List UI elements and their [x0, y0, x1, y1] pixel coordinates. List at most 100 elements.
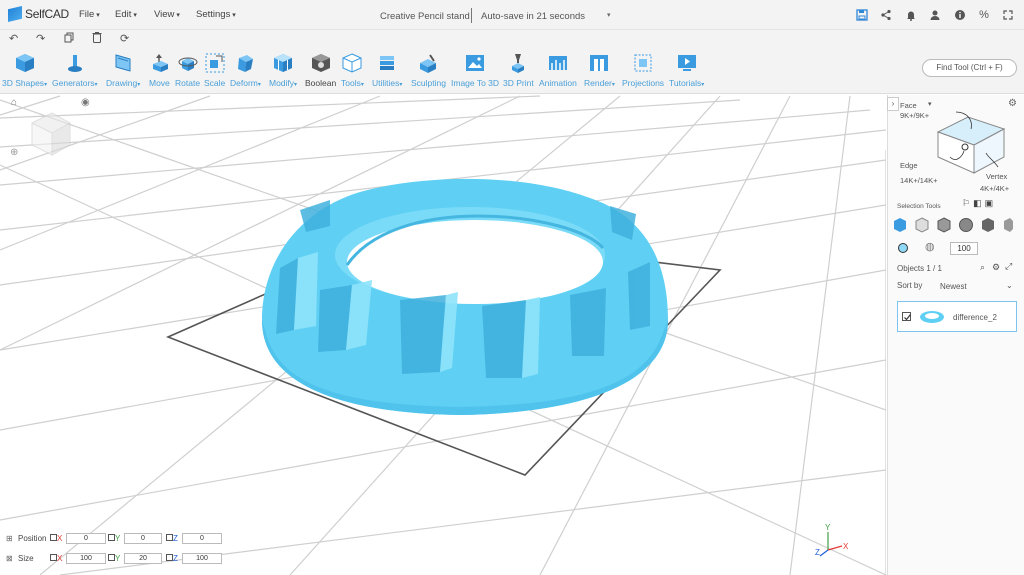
tool-render[interactable]: Render — [584, 53, 615, 88]
tools-icon — [342, 53, 362, 73]
position-y-field[interactable]: 0 — [124, 533, 162, 544]
size-x-field[interactable]: 100 — [66, 553, 106, 564]
copy-icon[interactable] — [64, 32, 75, 46]
object-checkbox[interactable] — [902, 312, 911, 321]
tool-image-to-3d[interactable]: Image To 3D — [451, 53, 499, 88]
size-lock-y-checkbox[interactable] — [108, 554, 115, 561]
axis-gizmo — [819, 532, 843, 557]
redo-icon[interactable]: ↷ — [36, 32, 45, 45]
edge-mode-label[interactable]: Edge — [900, 161, 918, 170]
tool-label: Rotate — [175, 78, 201, 88]
menu-edit[interactable]: Edit — [115, 9, 137, 20]
tutorials-icon — [677, 55, 696, 71]
tool-label: Projections — [622, 78, 665, 88]
sort-select[interactable]: Newest — [940, 282, 967, 291]
texture-icon[interactable]: ◍ — [925, 240, 935, 253]
selection-mode-icons[interactable] — [893, 217, 1013, 233]
menu-settings[interactable]: Settings — [196, 9, 236, 20]
position-z-field[interactable]: 0 — [182, 533, 222, 544]
undo-icon[interactable]: ↶ — [9, 32, 18, 45]
3d-viewport[interactable]: ⌂ ◉ ⊕ Y X Z ⊞ Position X 0 Y 0 Z 0 ⊠ Siz… — [0, 95, 886, 575]
fullscreen-icon[interactable] — [1002, 9, 1014, 21]
right-panel: › ⚙ Face ▾ 9K+/9K+ Edge 14K+/14K+ Vertex… — [887, 95, 1024, 575]
tool-generators[interactable]: Generators — [52, 53, 98, 88]
tool-label: Deform — [230, 78, 261, 88]
size-x-axis: X — [57, 554, 63, 563]
size-y-field[interactable]: 20 — [124, 553, 162, 564]
bell-icon[interactable] — [905, 9, 917, 21]
size-y-axis: Y — [115, 554, 121, 563]
tool-label: Boolean — [305, 78, 337, 88]
drawing-icon — [115, 54, 131, 72]
camera-icon[interactable]: ◉ — [81, 97, 90, 108]
selection-cube-icon[interactable] — [928, 107, 1008, 177]
tool-label: Render — [584, 78, 615, 88]
user-icon[interactable] — [929, 9, 941, 21]
position-label: Position — [18, 534, 47, 543]
quick-actions-bar: ↶ ↷ ⟳ — [0, 30, 1024, 48]
deform-icon — [238, 55, 254, 72]
tool-move[interactable]: Move — [149, 53, 170, 88]
share-icon[interactable] — [880, 9, 892, 21]
tool-scale[interactable]: Scale — [204, 53, 225, 88]
tool-animation[interactable]: Animation — [539, 53, 577, 88]
delete-icon[interactable] — [92, 32, 102, 46]
lock-z-checkbox[interactable] — [166, 534, 173, 541]
size-z-field[interactable]: 100 — [182, 553, 222, 564]
printer-icon — [512, 54, 525, 73]
chevron-down-icon[interactable]: ⌄ — [1006, 281, 1013, 290]
vertex-mode-label[interactable]: Vertex — [986, 172, 1007, 181]
chevron-down-icon[interactable]: ▾ — [607, 11, 611, 19]
app-name: SelfCAD — [25, 7, 69, 21]
search-icon[interactable]: ⌕ — [980, 262, 985, 273]
tool-boolean[interactable]: Boolean — [305, 53, 336, 88]
gear-icon[interactable]: ⚙ — [992, 262, 1000, 273]
target-icon[interactable]: ⊕ — [10, 147, 18, 158]
scene-canvas[interactable] — [0, 95, 886, 575]
home-icon[interactable]: ⌂ — [11, 97, 17, 108]
tool-sculpting[interactable]: Sculpting — [411, 53, 446, 88]
tool-tutorials[interactable]: Tutorials — [669, 53, 704, 88]
axis-x-label: X — [843, 542, 849, 551]
menu-view[interactable]: View — [154, 9, 180, 20]
size-lock-x-checkbox[interactable] — [50, 554, 57, 561]
tool-tools[interactable]: Tools — [341, 53, 364, 88]
tool-3d-print[interactable]: 3D Print — [503, 53, 534, 88]
collapse-panel-button[interactable]: › — [887, 97, 899, 111]
expand-icon[interactable]: ⤢ — [1005, 261, 1012, 272]
face-mode-label[interactable]: Face — [900, 101, 917, 110]
info-icon[interactable] — [954, 9, 966, 21]
main-toolbar: 3D Shapes Generators Drawing Move Rotate… — [0, 48, 1024, 94]
tool-drawing[interactable]: Drawing — [106, 53, 140, 88]
autosave-status: Auto-save in 21 seconds — [481, 11, 586, 22]
tool-deform[interactable]: Deform — [230, 53, 261, 88]
size-icon: ⊠ — [6, 554, 13, 563]
tool-utilities[interactable]: Utilities — [372, 53, 402, 88]
size-lock-z-checkbox[interactable] — [166, 554, 173, 561]
gear-icon[interactable]: ⚙ — [1008, 98, 1017, 109]
axis-z-label: Z — [815, 548, 820, 557]
color-swatch[interactable] — [898, 243, 908, 253]
lock-x-checkbox[interactable] — [50, 534, 57, 541]
position-icon: ⊞ — [6, 534, 13, 543]
move-icon — [153, 54, 169, 72]
tool-label: Scale — [204, 78, 226, 88]
tool-modify[interactable]: Modify — [269, 53, 297, 88]
selection-tool-icons[interactable]: ⚐◧▣ — [962, 198, 996, 209]
tool-projections[interactable]: Projections — [622, 53, 664, 88]
find-tool-input[interactable]: Find Tool (Ctrl + F) — [922, 59, 1017, 77]
tool-label: Generators — [52, 78, 98, 88]
menu-file[interactable]: File — [79, 9, 100, 20]
lock-y-checkbox[interactable] — [108, 534, 115, 541]
tool-rotate[interactable]: Rotate — [175, 53, 200, 88]
app-logo[interactable]: SelfCAD — [8, 6, 69, 22]
tool-3d-shapes[interactable]: 3D Shapes — [2, 53, 47, 88]
save-icon[interactable] — [856, 9, 868, 21]
position-x-field[interactable]: 0 — [66, 533, 106, 544]
percent-icon[interactable]: % — [978, 9, 990, 21]
boolean-icon — [311, 54, 330, 72]
refresh-icon[interactable]: ⟳ — [120, 32, 129, 45]
opacity-field[interactable]: 100 — [950, 242, 978, 255]
object-list-item[interactable]: difference_2 — [897, 301, 1017, 332]
document-title[interactable]: Creative Pencil stand — [380, 11, 470, 22]
